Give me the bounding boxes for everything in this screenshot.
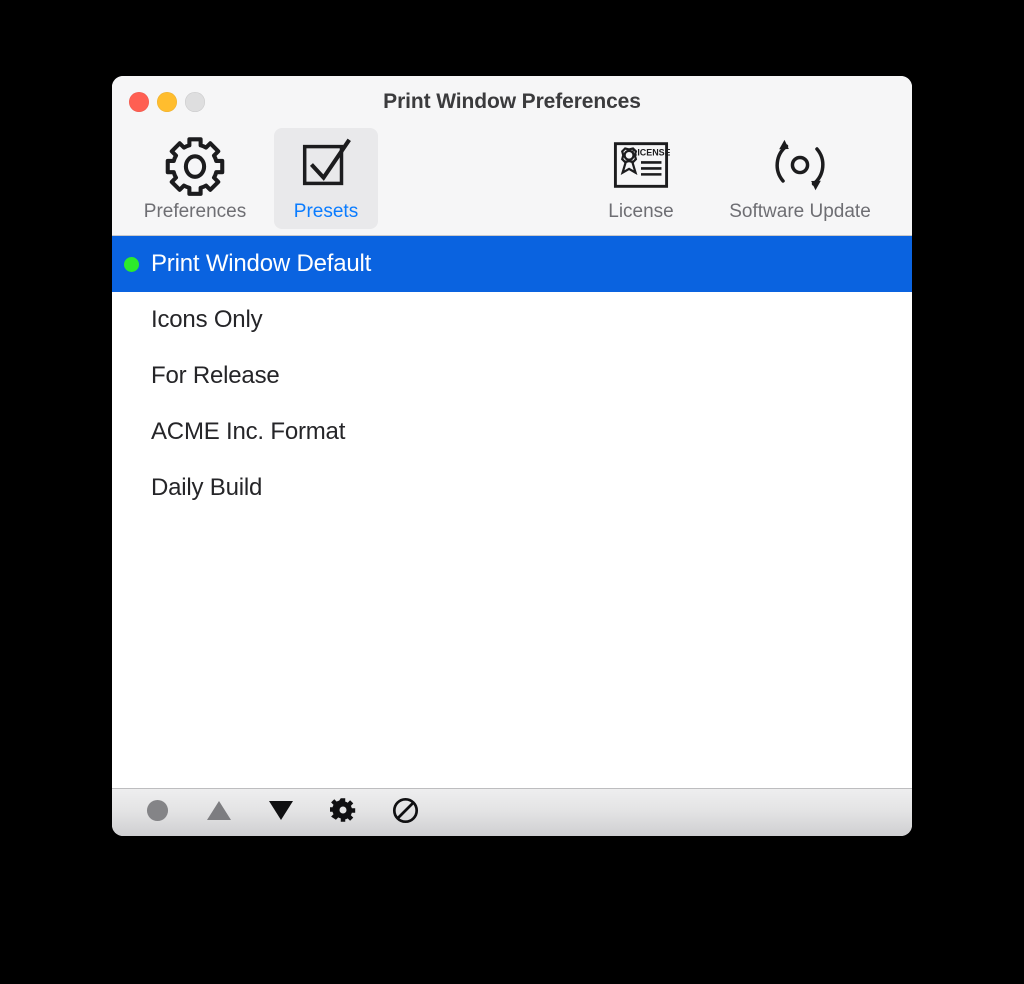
settings-button[interactable] <box>321 796 365 830</box>
svg-text:LICENSE: LICENSE <box>632 148 670 158</box>
list-item[interactable]: For Release <box>112 348 912 404</box>
record-button[interactable] <box>135 796 179 830</box>
move-up-button[interactable] <box>197 796 241 830</box>
active-indicator-dot <box>124 481 139 496</box>
presets-list[interactable]: Print Window Default Icons Only For Rele… <box>112 236 912 788</box>
preset-name: Icons Only <box>151 306 263 333</box>
active-indicator-dot <box>124 256 139 272</box>
active-indicator-dot <box>124 425 139 440</box>
window-titlebar: Print Window Preferences <box>112 76 912 128</box>
preset-name: Print Window Default <box>151 250 372 277</box>
toolbar-tab-label: License <box>608 201 674 222</box>
list-item[interactable]: Daily Build <box>112 460 912 516</box>
window-title: Print Window Preferences <box>383 90 641 113</box>
prohibition-icon <box>392 797 419 829</box>
checked-box-icon <box>293 134 359 196</box>
toolbar-tab-presets[interactable]: Presets <box>274 128 378 229</box>
certificate-icon: LICENSE <box>608 134 674 196</box>
active-indicator-dot <box>124 369 139 384</box>
preferences-toolbar: Preferences Presets LICENSE License Soft… <box>112 128 912 236</box>
print-window-preferences-window: Print Window Preferences Preferences Pre… <box>112 76 912 836</box>
toolbar-tab-preferences[interactable]: Preferences <box>143 128 247 229</box>
list-item[interactable]: Print Window Default <box>112 236 912 292</box>
triangle-down-icon <box>268 800 294 826</box>
preset-name: ACME Inc. Format <box>151 418 346 445</box>
list-item[interactable]: ACME Inc. Format <box>112 404 912 460</box>
list-item[interactable]: Icons Only <box>112 292 912 348</box>
presets-bottom-toolbar <box>112 788 912 836</box>
toolbar-tab-label: Preferences <box>143 201 247 222</box>
preset-name: Daily Build <box>151 474 263 501</box>
disable-button[interactable] <box>383 796 427 830</box>
move-down-button[interactable] <box>259 796 303 830</box>
toolbar-tab-label: Presets <box>293 201 359 222</box>
toolbar-tab-software-update[interactable]: Software Update <box>690 128 910 229</box>
filled-circle-icon <box>146 799 169 827</box>
toolbar-tab-label: Software Update <box>729 201 871 222</box>
refresh-arrows-icon <box>767 134 833 196</box>
gear-icon <box>329 797 356 828</box>
toolbar-tab-license[interactable]: LICENSE License <box>589 128 693 229</box>
triangle-up-icon <box>206 800 232 826</box>
gear-icon <box>162 134 228 196</box>
active-indicator-dot <box>124 313 139 328</box>
preset-name: For Release <box>151 362 280 389</box>
